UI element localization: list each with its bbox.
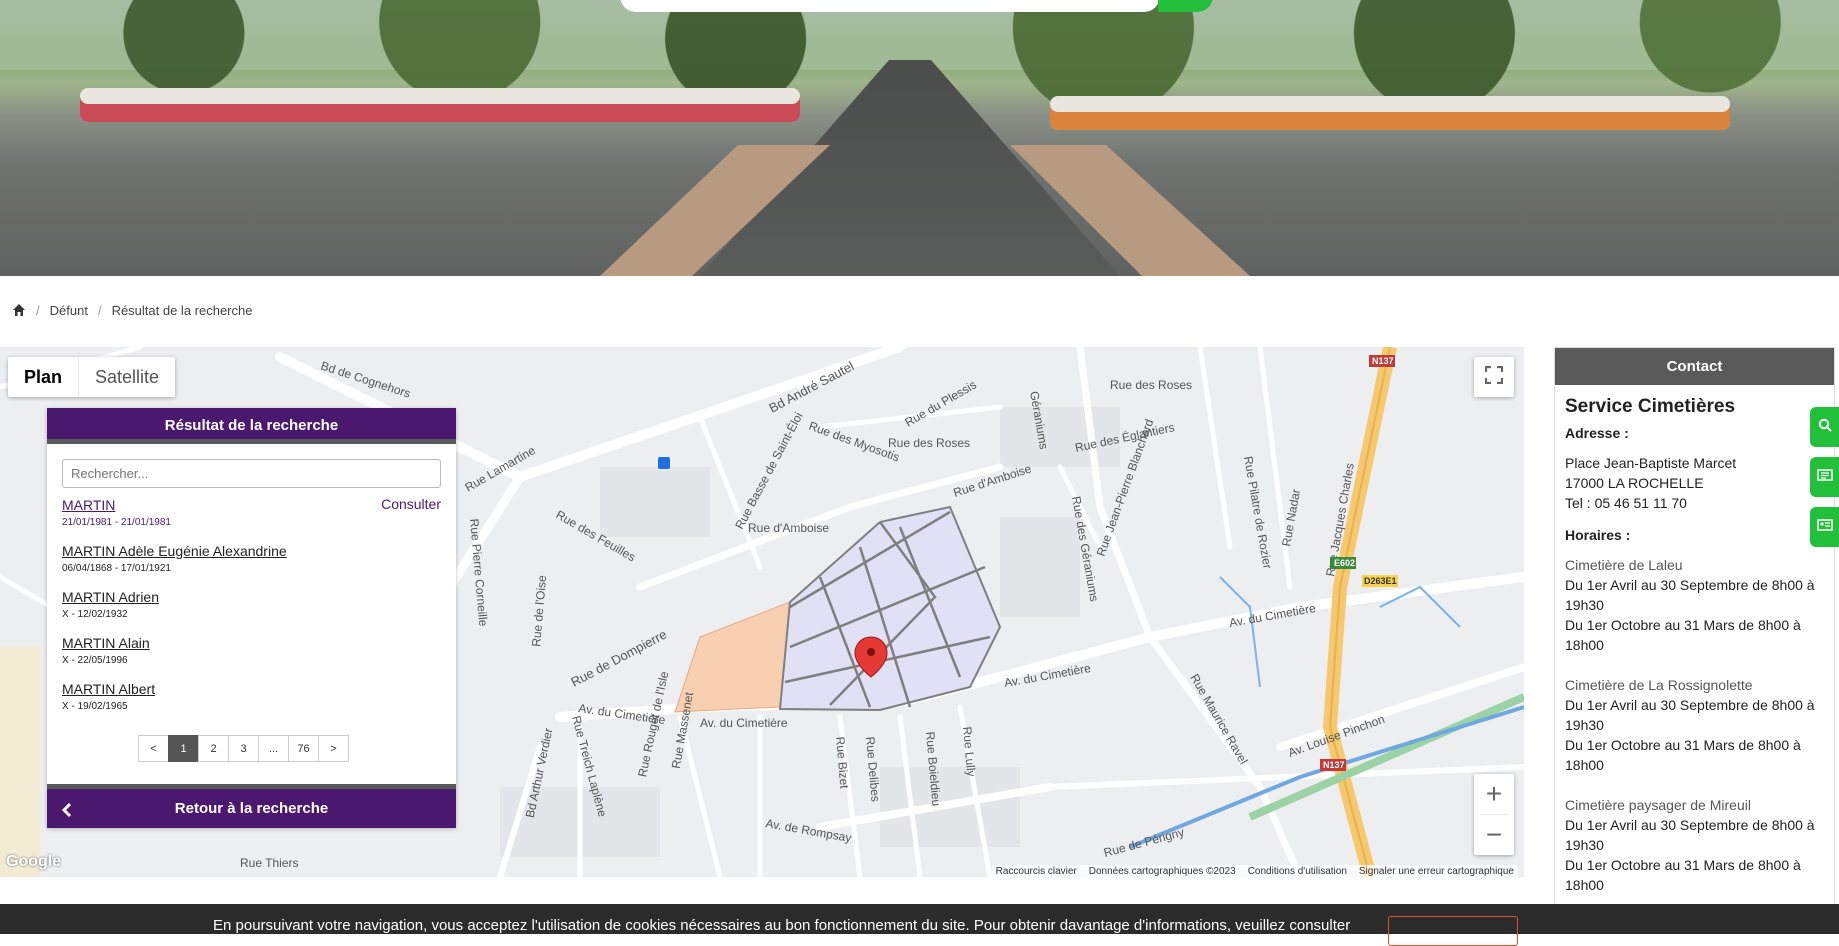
svg-text:Rue des Roses: Rue des Roses xyxy=(888,436,970,450)
cemetery-name: Cimetière paysager de Mireuil xyxy=(1565,797,1751,813)
contact-header: Contact xyxy=(1555,348,1834,385)
side-contact-button[interactable] xyxy=(1810,507,1839,547)
map-attribution: Raccourcis clavier Données cartographiqu… xyxy=(991,865,1518,877)
address-block: Place Jean-Baptiste Marcet 17000 LA ROCH… xyxy=(1565,453,1824,513)
breadcrumb-separator: / xyxy=(97,302,102,318)
keyboard-shortcuts-link[interactable]: Raccourcis clavier xyxy=(996,866,1077,877)
cookie-text: En poursuivant votre navigation, vous ac… xyxy=(213,917,1351,934)
page-ellipsis: ... xyxy=(258,735,289,762)
home-icon[interactable] xyxy=(12,303,26,317)
search-icon xyxy=(1818,418,1832,437)
hero-banner-photo xyxy=(0,0,1839,276)
fullscreen-button[interactable] xyxy=(1474,357,1514,397)
fullscreen-icon xyxy=(1484,365,1504,389)
svg-text:D263E1: D263E1 xyxy=(1364,576,1397,586)
breadcrumb-item-defunt[interactable]: Défunt xyxy=(50,303,88,318)
results-search-input[interactable] xyxy=(62,459,441,488)
report-error-link[interactable]: Signaler une erreur cartographique xyxy=(1359,866,1514,877)
result-item: MARTIN Alain X - 22/05/1996 xyxy=(62,634,441,666)
svg-text:E602: E602 xyxy=(1334,558,1355,568)
winter-hours: Du 1er Octobre au 31 Mars de 8h00 à 18h0… xyxy=(1565,737,1801,773)
breadcrumb: / Défunt / Résultat de la recherche xyxy=(12,300,252,320)
result-name-link[interactable]: MARTIN Adèle Eugénie Alexandrine xyxy=(62,542,287,560)
contact-title: Service Cimetières xyxy=(1565,396,1736,417)
consult-link[interactable]: Consulter xyxy=(381,496,441,512)
address-line: Place Jean-Baptiste Marcet xyxy=(1565,455,1737,471)
result-item: MARTIN Adrien X - 12/02/1932 xyxy=(62,588,441,620)
tab-satellite[interactable]: Satellite xyxy=(79,357,175,397)
svg-text:Rue des Roses: Rue des Roses xyxy=(1110,378,1192,392)
svg-text:Rue Thiers: Rue Thiers xyxy=(240,856,298,870)
svg-text:N137: N137 xyxy=(1372,356,1394,366)
back-to-search-button[interactable]: Retour à la recherche xyxy=(47,784,456,828)
page-button-last[interactable]: 76 xyxy=(288,735,319,762)
result-item: MARTIN Adèle Eugénie Alexandrine 06/04/1… xyxy=(62,542,441,574)
address-label: Adresse : xyxy=(1565,425,1629,441)
page-next-button[interactable]: > xyxy=(318,735,349,762)
cookie-accept-button[interactable] xyxy=(1388,916,1518,946)
terms-link[interactable]: Conditions d'utilisation xyxy=(1248,866,1347,877)
hero-planter-right xyxy=(1050,96,1730,130)
result-dates: X - 22/05/1996 xyxy=(62,655,128,666)
result-item: MARTIN 21/01/1981 - 21/01/1981 Consulter xyxy=(62,496,441,528)
phone-line: Tel : 05 46 51 11 70 xyxy=(1565,495,1687,511)
map-type-toggle: Plan Satellite xyxy=(8,357,176,397)
page-button-1[interactable]: 1 xyxy=(168,735,199,762)
zoom-out-button[interactable]: − xyxy=(1474,815,1514,855)
zoom-control: + − xyxy=(1474,774,1514,855)
results-header: Résultat de la recherche xyxy=(47,408,456,444)
google-logo: Google xyxy=(6,853,62,870)
winter-hours: Du 1er Octobre au 31 Mars de 8h00 à 18h0… xyxy=(1565,857,1801,893)
result-item: MARTIN Albert X - 19/02/1965 xyxy=(62,680,441,712)
page-button-3[interactable]: 3 xyxy=(228,735,259,762)
contact-panel: Contact Service Cimetières Adresse : Pla… xyxy=(1554,347,1835,907)
back-to-search-label: Retour à la recherche xyxy=(174,800,329,817)
breadcrumb-separator: / xyxy=(36,302,40,318)
result-name-link[interactable]: MARTIN Albert xyxy=(62,680,155,698)
side-search-button[interactable] xyxy=(1810,407,1839,447)
cemetery-hours: Cimetière paysager de Mireuil Du 1er Avr… xyxy=(1565,795,1824,895)
svg-text:N137: N137 xyxy=(1323,760,1345,770)
top-search-input[interactable] xyxy=(620,0,1160,12)
tab-plan[interactable]: Plan xyxy=(8,357,80,397)
cemetery-hours: Cimetière de La Rossignolette Du 1er Avr… xyxy=(1565,675,1824,775)
summer-hours: Du 1er Avril au 30 Septembre de 8h00 à 1… xyxy=(1565,817,1815,853)
result-dates: X - 12/02/1932 xyxy=(62,609,128,620)
hours-label: Horaires : xyxy=(1565,527,1631,543)
svg-text:Rue d'Amboise: Rue d'Amboise xyxy=(748,521,829,535)
chevron-left-icon xyxy=(61,789,73,833)
result-dates: X - 19/02/1965 xyxy=(62,701,128,712)
cemetery-hours: Cimetière de Laleu Du 1er Avril au 30 Se… xyxy=(1565,555,1824,655)
list-card-icon xyxy=(1816,468,1833,486)
winter-hours: Du 1er Octobre au 31 Mars de 8h00 à 18h0… xyxy=(1565,617,1801,653)
result-dates: 21/01/1981 - 21/01/1981 xyxy=(62,517,171,528)
results-list: MARTIN 21/01/1981 - 21/01/1981 Consulter… xyxy=(47,496,456,712)
result-name-link[interactable]: MARTIN Adrien xyxy=(62,588,159,606)
pagination: < 1 2 3 ... 76 > xyxy=(138,735,349,762)
cemetery-name: Cimetière de Laleu xyxy=(1565,557,1683,573)
map-data-credit: Données cartographiques ©2023 xyxy=(1088,866,1236,877)
address-line: 17000 LA ROCHELLE xyxy=(1565,475,1704,491)
zoom-in-button[interactable]: + xyxy=(1474,774,1514,814)
result-name-link[interactable]: MARTIN Alain xyxy=(62,634,150,652)
contact-card-icon xyxy=(1816,518,1833,536)
hero-planter-left xyxy=(80,88,800,122)
svg-text:Av. du Cimetière: Av. du Cimetière xyxy=(700,716,788,730)
side-quick-actions xyxy=(1810,407,1839,557)
search-results-panel: Résultat de la recherche MARTIN 21/01/19… xyxy=(47,408,456,828)
page-prev-button[interactable]: < xyxy=(138,735,169,762)
breadcrumb-item-current: Résultat de la recherche xyxy=(111,302,253,318)
summer-hours: Du 1er Avril au 30 Septembre de 8h00 à 1… xyxy=(1565,577,1815,613)
summer-hours: Du 1er Avril au 30 Septembre de 8h00 à 1… xyxy=(1565,697,1815,733)
cookie-banner: En poursuivant votre navigation, vous ac… xyxy=(0,904,1839,946)
contact-body: Service Cimetières Adresse : Place Jean-… xyxy=(1555,385,1834,906)
result-name-link[interactable]: MARTIN xyxy=(62,496,115,514)
page-button-2[interactable]: 2 xyxy=(198,735,229,762)
result-dates: 06/04/1868 - 17/01/1921 xyxy=(62,563,171,574)
cemetery-name: Cimetière de La Rossignolette xyxy=(1565,677,1753,693)
side-list-button[interactable] xyxy=(1810,457,1839,497)
